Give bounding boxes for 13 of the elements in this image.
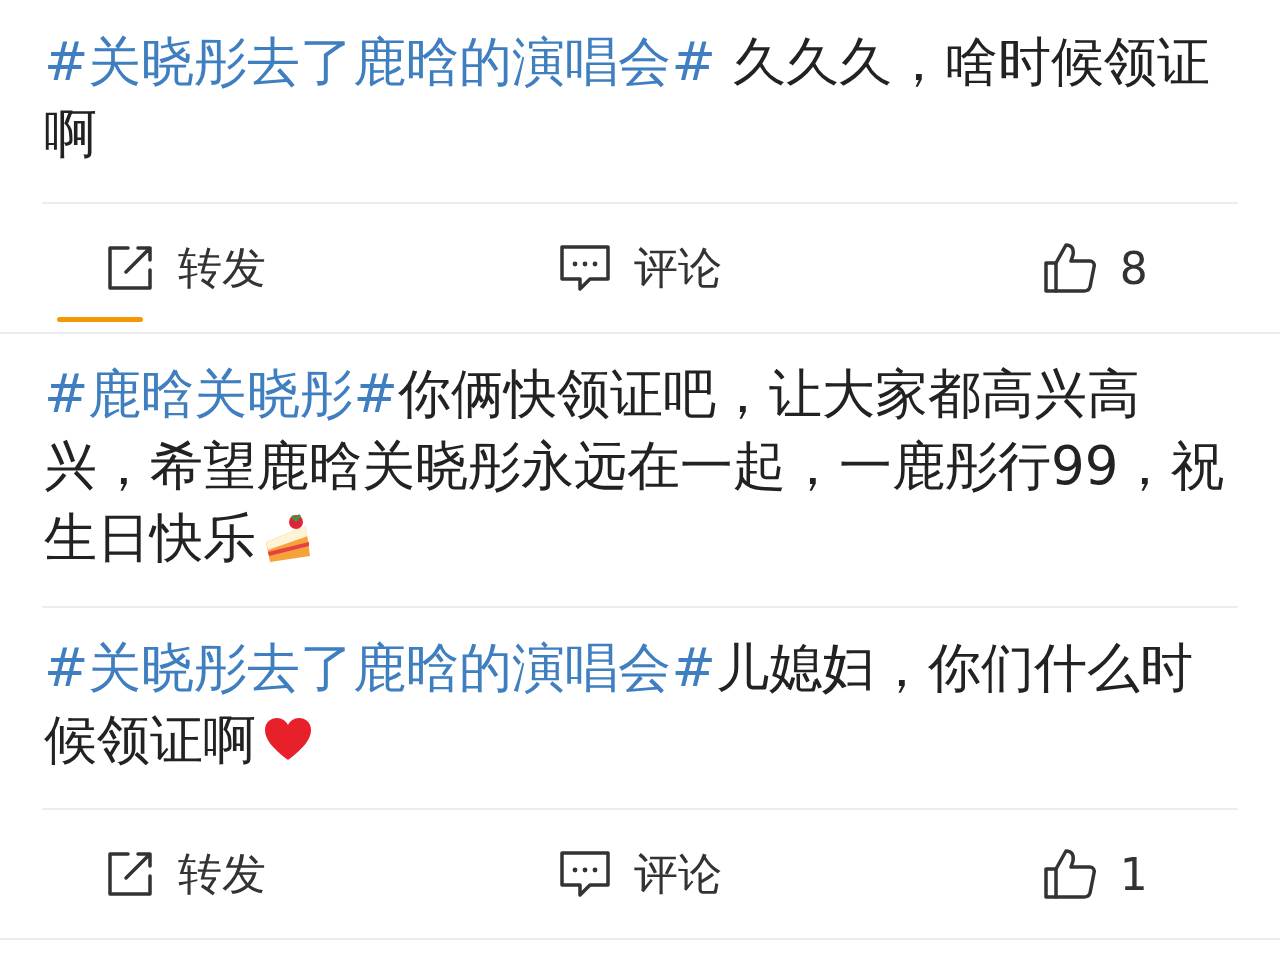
repost-button[interactable]: 转发: [0, 810, 413, 938]
post-text: #关晓彤去了鹿晗的演唱会#儿媳妇，你们什么时候领证啊: [42, 608, 1238, 810]
like-button[interactable]: 8: [867, 204, 1280, 332]
comment-button[interactable]: 评论: [412, 204, 868, 332]
like-button[interactable]: 1: [867, 810, 1280, 938]
comment-icon: [558, 849, 612, 899]
post-text: #鹿晗关晓彤#你俩快领证吧，让大家都高兴高兴，希望鹿晗关晓彤永远在一起，一鹿彤行99，祝生日快乐: [42, 334, 1238, 608]
comment-icon: [558, 243, 612, 293]
thumbs-up-icon: [1041, 847, 1098, 901]
repost-button[interactable]: 转发: [0, 204, 413, 332]
comment-button[interactable]: 评论: [412, 810, 868, 938]
post-text: #关晓彤去了鹿晗的演唱会# 久久久，啥时候领证啊: [42, 0, 1238, 204]
thumbs-up-icon: [1041, 241, 1098, 295]
